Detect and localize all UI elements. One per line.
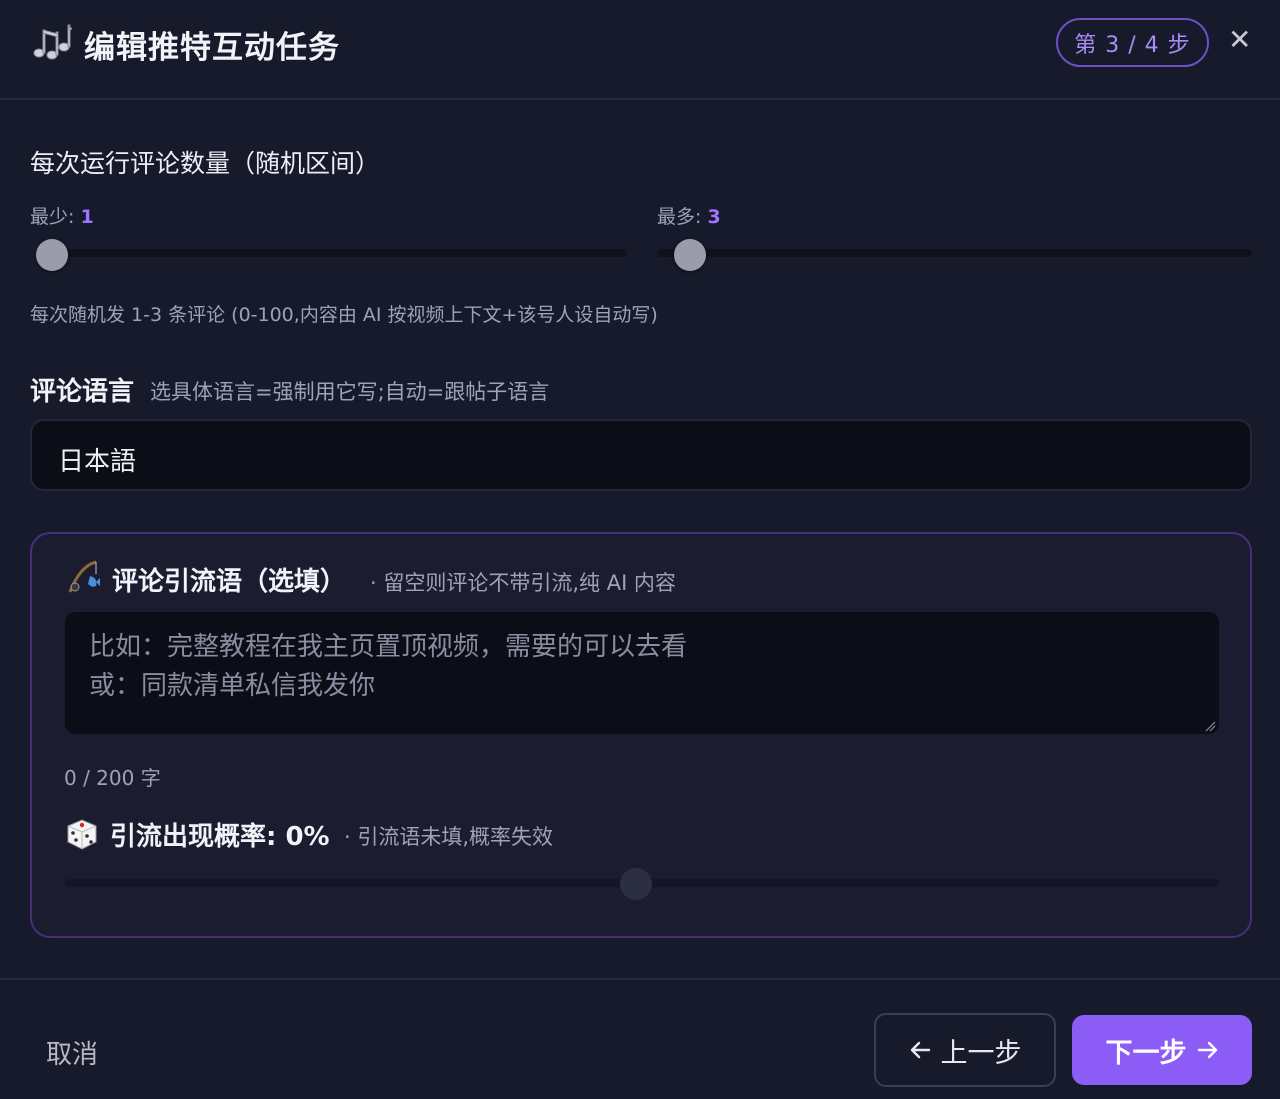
min-label: 最少: 1 xyxy=(30,202,94,229)
lead-text-card: 评论引流语（选填） · 留空则评论不带引流,纯 AI 内容 比如：完整教程在我主… xyxy=(30,532,1252,938)
min-label-text: 最少: xyxy=(30,206,75,228)
cancel-button[interactable]: 取消 xyxy=(46,1034,98,1071)
resize-handle-icon[interactable] xyxy=(1204,720,1216,732)
lead-text-subtitle: · 留空则评论不带引流,纯 AI 内容 xyxy=(370,571,676,595)
max-slider-track[interactable] xyxy=(657,249,1252,257)
max-value: 3 xyxy=(707,206,721,228)
dialog-header: 编辑推特互动任务 第 3 / 4 步 ✕ xyxy=(0,0,1280,100)
char-counter: 0 / 200 字 xyxy=(64,766,161,790)
language-select[interactable]: 日本語 xyxy=(30,419,1252,491)
step-badge: 第 3 / 4 步 xyxy=(1056,18,1209,67)
close-icon[interactable]: ✕ xyxy=(1228,26,1251,54)
prev-step-button[interactable]: 上一步 xyxy=(874,1013,1056,1087)
probability-slider-thumb[interactable] xyxy=(620,868,652,900)
language-selected-value: 日本語 xyxy=(58,447,137,477)
next-step-button[interactable]: 下一步 xyxy=(1072,1015,1252,1085)
probability-subtitle: · 引流语未填,概率失效 xyxy=(344,825,554,849)
fishing-rod-icon xyxy=(68,560,100,593)
min-value: 1 xyxy=(80,206,94,228)
dice-icon xyxy=(67,819,97,850)
max-slider-thumb[interactable] xyxy=(674,239,706,271)
arrow-right-icon xyxy=(1197,1041,1217,1059)
probability-title: 引流出现概率: 0% xyxy=(110,822,330,852)
dialog-footer: 取消 上一步 下一步 xyxy=(0,978,1280,1099)
next-step-label: 下一步 xyxy=(1105,1037,1187,1069)
prev-step-label: 上一步 xyxy=(940,1037,1022,1069)
comment-count-title: 每次运行评论数量（随机区间） xyxy=(30,149,381,178)
min-slider-track[interactable] xyxy=(36,249,626,257)
language-subtitle: 选具体语言=强制用它写;自动=跟帖子语言 xyxy=(150,380,550,404)
arrow-left-icon xyxy=(910,1041,930,1059)
min-slider-thumb[interactable] xyxy=(36,239,68,271)
language-title: 评论语言 xyxy=(30,377,135,407)
max-label-text: 最多: xyxy=(657,206,702,228)
comment-count-hint: 每次随机发 1-3 条评论 (0-100,内容由 AI 按视频上下文+该号人设自… xyxy=(30,304,658,326)
lead-text-input[interactable]: 比如：完整教程在我主页置顶视频，需要的可以去看 或：同款清单私信我发你 xyxy=(65,612,1219,734)
max-label: 最多: 3 xyxy=(657,202,721,229)
lead-text-title: 评论引流语（选填） xyxy=(112,567,347,597)
music-notes-icon xyxy=(33,24,72,60)
dialog-title: 编辑推特互动任务 xyxy=(84,30,340,66)
